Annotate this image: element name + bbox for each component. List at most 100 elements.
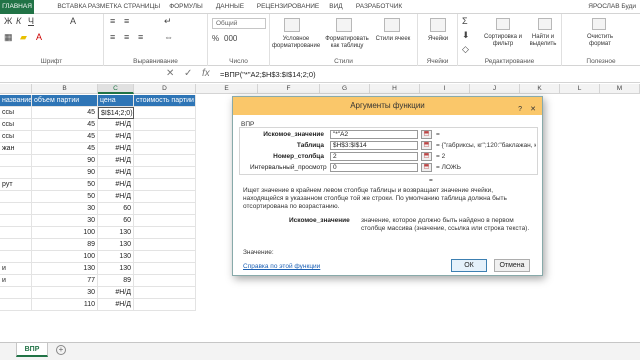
cell-b[interactable]: 45 [32, 131, 98, 143]
cell-b[interactable]: 45 [32, 107, 98, 119]
help-link[interactable]: Справка по этой функции [243, 263, 320, 270]
header-cell-name[interactable]: название [0, 95, 32, 107]
cancel-button[interactable]: Отмена [494, 259, 530, 272]
fill-icon[interactable]: ⬇ [462, 30, 470, 41]
close-icon[interactable]: ✕ [530, 101, 536, 119]
number-format-select[interactable]: Общий [212, 18, 266, 29]
conditional-format-button[interactable]: Условное форматирование [272, 36, 320, 50]
col-header-a[interactable] [0, 84, 32, 94]
cell-b[interactable]: 30 [32, 203, 98, 215]
cell-a[interactable] [0, 191, 32, 203]
cell-d[interactable] [134, 275, 196, 287]
tab-review[interactable]: РЕЦЕНЗИРОВАНИЕ [256, 0, 320, 14]
font-color-icon[interactable]: A [36, 32, 42, 42]
cell-c[interactable]: #Н/Д [98, 155, 134, 167]
thousands-icon[interactable]: 000 [224, 34, 237, 43]
cell-b[interactable]: 45 [32, 143, 98, 155]
cell-d[interactable] [134, 155, 196, 167]
col-header-h[interactable]: H [370, 84, 420, 94]
cells-button[interactable]: Ячейки [418, 36, 458, 43]
cell-a[interactable] [0, 239, 32, 251]
arg-input-column[interactable]: 2 [330, 152, 418, 161]
cell-a[interactable]: ссы [0, 131, 32, 143]
cell-a[interactable] [0, 287, 32, 299]
align-middle-icon[interactable]: ≡ [124, 16, 129, 26]
increase-font-icon[interactable]: A [70, 16, 76, 26]
enter-formula-icon[interactable]: ✓ [184, 68, 192, 79]
clear-format-icon[interactable] [592, 18, 606, 30]
autosum-icon[interactable]: Σ [462, 16, 468, 26]
cell-b[interactable]: 130 [32, 263, 98, 275]
cell-d[interactable] [134, 299, 196, 311]
cell-d[interactable] [134, 179, 196, 191]
fill-color-icon[interactable]: ▰ [20, 32, 27, 43]
conditional-format-icon[interactable] [284, 18, 300, 32]
cell-b[interactable]: 50 [32, 179, 98, 191]
cancel-formula-icon[interactable]: ✕ [166, 68, 174, 79]
cell-a[interactable] [0, 167, 32, 179]
cell-c[interactable]: #Н/Д [98, 131, 134, 143]
cell-a[interactable]: рут [0, 179, 32, 191]
cell-c[interactable]: 130 [98, 239, 134, 251]
col-header-b[interactable]: B [32, 84, 98, 94]
cell-d[interactable] [134, 119, 196, 131]
cell-c[interactable]: 60 [98, 203, 134, 215]
wrap-text-icon[interactable]: ↵ [164, 16, 172, 27]
align-top-icon[interactable]: ≡ [110, 16, 115, 26]
cell-c[interactable]: 130 [98, 263, 134, 275]
cell-c[interactable]: $I$14;2;0) [98, 107, 134, 119]
cell-c[interactable]: #Н/Д [98, 299, 134, 311]
underline-icon[interactable]: Ч [28, 16, 34, 26]
align-left-icon[interactable]: ≡ [110, 32, 115, 42]
align-right-icon[interactable]: ≡ [138, 32, 143, 42]
cell-styles-icon[interactable] [384, 18, 400, 32]
cell-b[interactable]: 110 [32, 299, 98, 311]
header-cell-volume[interactable]: объем партии [32, 95, 98, 107]
cell-c[interactable]: #Н/Д [98, 179, 134, 191]
cell-d[interactable] [134, 191, 196, 203]
cell-c[interactable]: 60 [98, 215, 134, 227]
cell-b[interactable]: 90 [32, 155, 98, 167]
cell-c[interactable]: 130 [98, 251, 134, 263]
cell-b[interactable]: 45 [32, 119, 98, 131]
cell-b[interactable]: 30 [32, 287, 98, 299]
range-picker-icon[interactable]: ⬒ [421, 163, 432, 172]
cell-a[interactable] [0, 155, 32, 167]
insert-function-icon[interactable]: fx [202, 68, 210, 79]
tab-home[interactable]: ГЛАВНАЯ [0, 0, 34, 14]
cell-a[interactable] [0, 227, 32, 239]
cell-d[interactable] [134, 107, 196, 119]
col-header-j[interactable]: J [470, 84, 520, 94]
sort-filter-icon[interactable] [496, 18, 510, 30]
tab-formulas[interactable]: ФОРМУЛЫ [166, 0, 206, 14]
clear-icon[interactable]: ◇ [462, 44, 469, 55]
cell-a[interactable] [0, 251, 32, 263]
range-picker-icon[interactable]: ⬒ [421, 130, 432, 139]
col-header-d[interactable]: D [134, 84, 196, 94]
tab-data[interactable]: ДАННЫЕ [212, 0, 248, 14]
arg-input-range-lookup[interactable]: 0 [330, 163, 418, 172]
cell-c[interactable]: #Н/Д [98, 287, 134, 299]
sheet-tab-vpr[interactable]: ВПР [16, 343, 48, 357]
cell-c[interactable]: #Н/Д [98, 143, 134, 155]
cell-c[interactable]: 130 [98, 227, 134, 239]
header-cell-price[interactable]: цена [98, 95, 134, 107]
user-name[interactable]: ЯРОСЛАВ Буди [588, 0, 636, 14]
add-sheet-icon[interactable]: + [56, 345, 66, 355]
cell-d[interactable] [134, 131, 196, 143]
range-picker-icon[interactable]: ⬒ [421, 141, 432, 150]
cell-a[interactable]: и [0, 263, 32, 275]
find-select-button[interactable]: Найти и выделить [524, 34, 562, 48]
header-cell-cost[interactable]: стоимость партии [134, 95, 196, 107]
cell-b[interactable]: 77 [32, 275, 98, 287]
cell-d[interactable] [134, 167, 196, 179]
col-header-l[interactable]: L [560, 84, 600, 94]
clear-format-button[interactable]: Очистить формат [576, 34, 624, 48]
cell-c[interactable]: #Н/Д [98, 167, 134, 179]
cell-c[interactable]: #Н/Д [98, 119, 134, 131]
find-select-icon[interactable] [538, 18, 552, 30]
cell-a[interactable]: ссы [0, 119, 32, 131]
col-header-c[interactable]: C [98, 84, 134, 94]
bold-icon[interactable]: Ж [4, 16, 12, 26]
format-table-icon[interactable] [336, 18, 352, 32]
